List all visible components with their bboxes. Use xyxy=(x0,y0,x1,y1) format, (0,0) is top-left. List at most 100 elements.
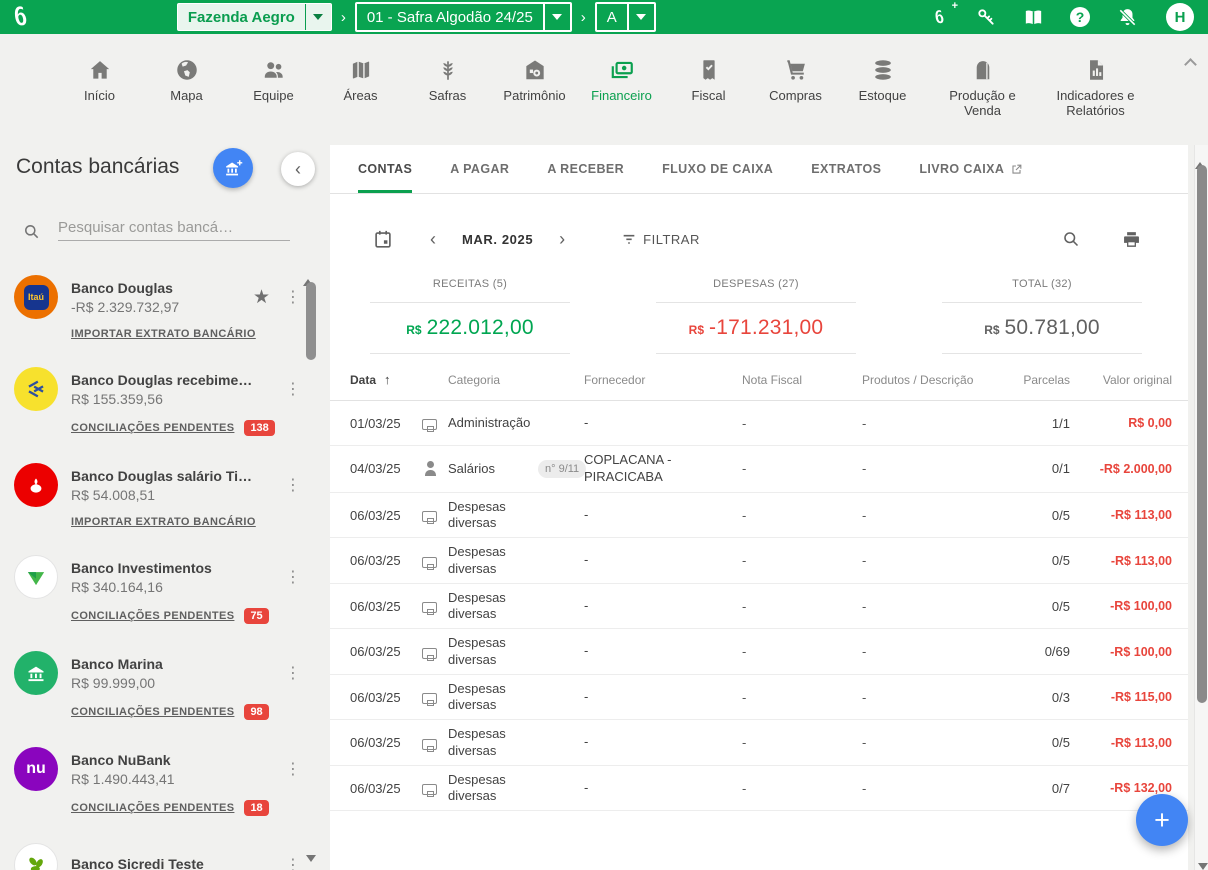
nav-item-mapa[interactable]: Mapa xyxy=(154,56,220,104)
transaction-row[interactable]: 01/03/25 Administração - - - 1/1 R$ 0,00 xyxy=(330,401,1188,446)
account-action-link[interactable]: CONCILIAÇÕES PENDENTES xyxy=(71,422,234,434)
account-menu-icon[interactable]: ⋮ xyxy=(282,663,304,683)
tab-contas[interactable]: CONTAS xyxy=(358,145,412,193)
bank-logo: nu xyxy=(14,747,58,791)
bank-account-item[interactable]: nu Banco NuBank R$ 1.490.443,41 ⋮ xyxy=(14,747,306,816)
harvest-selector[interactable]: 01 - Safra Algodão 24/25 xyxy=(355,2,572,32)
nav-item-areas[interactable]: Áreas xyxy=(328,56,394,104)
cell-categoria: Despesas diversas xyxy=(448,544,538,577)
cell-valor: R$ 0,00 xyxy=(1070,416,1172,430)
tab-extratos[interactable]: EXTRATOS xyxy=(811,145,881,193)
transaction-row[interactable]: 06/03/25 Despesas diversas - - - 0/5 -R$… xyxy=(330,720,1188,766)
breadcrumb-chevron: › xyxy=(581,9,586,26)
account-action-link[interactable]: IMPORTAR EXTRATO BANCÁRIO xyxy=(71,516,256,528)
scrollbar-thumb[interactable] xyxy=(1197,165,1207,703)
bank-account-item[interactable]: Banco Marina R$ 99.999,00 ⋮ CONCILIAÇÕES… xyxy=(14,651,306,720)
filter-button[interactable]: FILTRAR xyxy=(621,231,700,247)
harvest-selector-caret[interactable] xyxy=(543,4,570,30)
account-menu-icon[interactable]: ⋮ xyxy=(282,567,304,587)
bank-account-item[interactable]: Banco Douglas salário Ti… R$ 54.008,51 ⋮… xyxy=(14,463,306,528)
prev-month-button[interactable]: ‹ xyxy=(426,229,440,250)
tab-a-receber[interactable]: A RECEBER xyxy=(547,145,624,193)
scroll-down-arrow[interactable] xyxy=(306,855,316,862)
tab-a-pagar[interactable]: A PAGAR xyxy=(450,145,509,193)
scrollbar-thumb[interactable] xyxy=(306,282,316,360)
favorite-star-icon[interactable]: ★ xyxy=(253,286,270,309)
account-action-link[interactable]: CONCILIAÇÕES PENDENTES xyxy=(71,706,234,718)
transaction-row[interactable]: 06/03/25 Despesas diversas - - - 0/5 -R$… xyxy=(330,584,1188,630)
plot-selector-caret[interactable] xyxy=(627,4,654,30)
add-bank-account-button[interactable] xyxy=(213,148,253,188)
transaction-row[interactable]: 06/03/25 Despesas diversas - - - 0/5 -R$… xyxy=(330,493,1188,539)
nav-item-safras[interactable]: Safras xyxy=(415,56,481,104)
bank-account-item[interactable]: Itaú Banco Douglas -R$ 2.329.732,97 ★ ⋮ xyxy=(14,275,306,340)
account-menu-icon[interactable]: ⋮ xyxy=(282,475,304,495)
column-header-fornecedor[interactable]: Fornecedor xyxy=(584,373,742,387)
tab-fluxo-de-caixa[interactable]: FLUXO DE CAIXA xyxy=(662,145,773,193)
transaction-row[interactable]: 04/03/25 Salários n° 9/11 COPLACANA - PI… xyxy=(330,446,1188,493)
account-action-link[interactable]: IMPORTAR EXTRATO BANCÁRIO xyxy=(71,328,256,340)
farm-selector-caret[interactable] xyxy=(305,4,331,30)
nav-item-equipe[interactable]: Equipe xyxy=(241,56,307,104)
calendar-icon[interactable] xyxy=(372,228,394,250)
main-scrollbar[interactable] xyxy=(1194,145,1208,870)
column-header-nota-fiscal[interactable]: Nota Fiscal xyxy=(742,373,862,387)
search-transactions-icon[interactable] xyxy=(1061,229,1081,249)
bank-account-item[interactable]: Banco Douglas recebime… R$ 155.359,56 ⋮ … xyxy=(14,367,306,436)
account-menu-icon[interactable]: ⋮ xyxy=(282,759,304,779)
cell-date: 06/03/25 xyxy=(350,690,422,705)
account-menu-icon[interactable]: ⋮ xyxy=(282,287,304,307)
nav-item-estoque[interactable]: Estoque xyxy=(850,56,916,104)
bank-account-item[interactable]: Banco Investimentos R$ 340.164,16 ⋮ CONC… xyxy=(14,555,306,624)
account-menu-icon[interactable]: ⋮ xyxy=(282,855,304,870)
account-action-link[interactable]: CONCILIAÇÕES PENDENTES xyxy=(71,802,234,814)
column-header-valor[interactable]: Valor original xyxy=(1070,373,1172,387)
user-avatar[interactable]: H xyxy=(1166,3,1194,31)
money-icon xyxy=(589,56,655,84)
nav-item-producao-venda[interactable]: Produção e Venda xyxy=(937,56,1029,119)
cell-fornecedor: - xyxy=(584,507,742,524)
notifications-off-icon[interactable] xyxy=(1115,5,1139,29)
plot-selector[interactable]: A xyxy=(595,2,656,32)
category-icon xyxy=(422,557,437,568)
cell-nota-fiscal: - xyxy=(742,690,862,705)
nav-item-inicio[interactable]: Início xyxy=(67,56,133,104)
account-menu-icon[interactable]: ⋮ xyxy=(282,379,304,399)
next-month-button[interactable]: › xyxy=(555,229,569,250)
cell-categoria: Salários xyxy=(448,461,538,477)
nav-item-patrimonio[interactable]: Patrimônio xyxy=(502,56,568,104)
cell-fornecedor: - xyxy=(584,598,742,615)
transaction-row[interactable]: 06/03/25 Despesas diversas - - - 0/3 -R$… xyxy=(330,675,1188,721)
column-header-parcelas[interactable]: Parcelas xyxy=(982,373,1070,387)
account-action-link[interactable]: CONCILIAÇÕES PENDENTES xyxy=(71,610,234,622)
add-transaction-fab[interactable]: + xyxy=(1136,794,1188,846)
nav-item-compras[interactable]: Compras xyxy=(763,56,829,104)
collapse-sidebar-button[interactable]: ‹ xyxy=(281,152,315,186)
bank-account-item[interactable]: Banco Sicredi Teste ⋮ xyxy=(14,843,306,870)
book-icon[interactable] xyxy=(1021,5,1045,29)
nav-item-fiscal[interactable]: Fiscal xyxy=(676,56,742,104)
column-header-produtos[interactable]: Produtos / Descrição xyxy=(862,373,982,387)
column-header-data[interactable]: Data ↑ xyxy=(350,372,448,387)
caret-down-icon xyxy=(313,14,323,20)
scroll-down-arrow[interactable] xyxy=(1198,863,1208,870)
farm-selector[interactable]: Fazenda Aegro xyxy=(177,3,332,31)
transaction-row[interactable]: 06/03/25 Despesas diversas - - - 0/5 -R$… xyxy=(330,538,1188,584)
column-header-categoria[interactable]: Categoria xyxy=(448,373,584,387)
tab-livro-caixa[interactable]: LIVRO CAIXA xyxy=(919,145,1023,193)
sicredi-logo-icon xyxy=(23,852,49,870)
aegro-plus-icon[interactable]: ∂ + xyxy=(927,5,951,29)
print-icon[interactable] xyxy=(1121,229,1142,250)
sidebar-scrollbar[interactable] xyxy=(303,262,319,862)
cell-valor: -R$ 2.000,00 xyxy=(1070,462,1172,476)
search-accounts-input[interactable] xyxy=(58,217,290,241)
breadcrumb-chevron: › xyxy=(341,9,346,26)
pending-count-badge: 18 xyxy=(244,800,268,816)
transaction-row[interactable]: 06/03/25 Despesas diversas - - - 0/7 -R$… xyxy=(330,766,1188,812)
cell-valor: -R$ 132,00 xyxy=(1070,781,1172,795)
help-icon[interactable]: ? xyxy=(1068,5,1092,29)
nav-item-financeiro[interactable]: Financeiro xyxy=(589,56,655,104)
transaction-row[interactable]: 06/03/25 Despesas diversas - - - 0/69 -R… xyxy=(330,629,1188,675)
key-icon[interactable] xyxy=(974,5,998,29)
nav-item-indicadores[interactable]: Indicadores e Relatórios xyxy=(1050,56,1142,119)
